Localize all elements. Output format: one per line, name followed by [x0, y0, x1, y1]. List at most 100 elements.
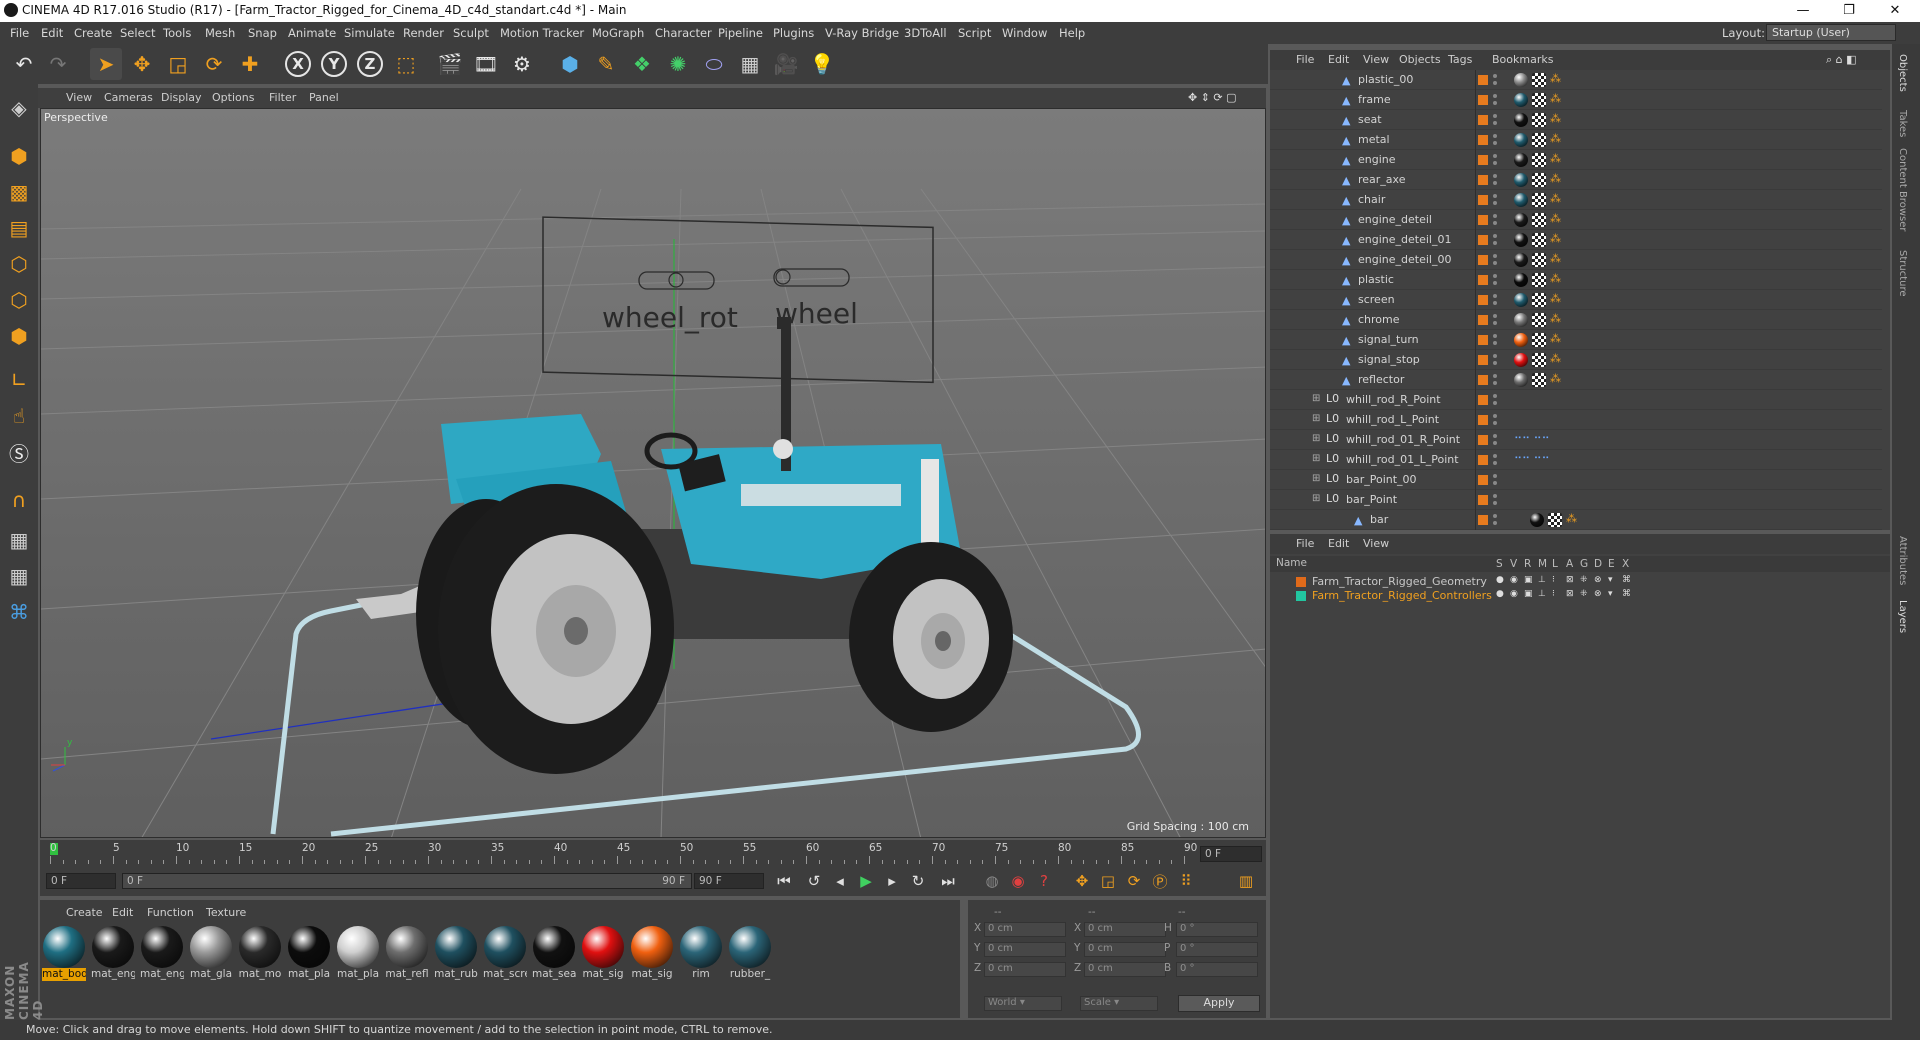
ik-tag-icon[interactable]: ⠒⠒ ⠒⠒ [1514, 452, 1550, 465]
material-swatch[interactable]: mat_eng [140, 926, 184, 981]
next-frame-icon[interactable]: ▸ [880, 870, 904, 892]
layer-color-swatch[interactable] [1478, 115, 1488, 125]
visibility-dot[interactable] [1493, 414, 1497, 418]
visibility-dot[interactable] [1493, 214, 1497, 218]
menu-simulate[interactable]: Simulate [344, 26, 395, 40]
object-row[interactable]: ▲ metal ⁂ [1270, 130, 1882, 150]
uvw-tag-icon[interactable] [1532, 273, 1546, 287]
menu-animate[interactable]: Animate [288, 26, 336, 40]
coord-value-field[interactable]: 0 cm [984, 942, 1066, 957]
edges-mode-icon[interactable]: ⬡ [3, 284, 35, 316]
object-row[interactable]: ⊞ L0 bar_Point [1270, 490, 1882, 510]
material-menu-create[interactable]: Create [66, 906, 103, 919]
material-swatch[interactable]: mat_mo [238, 926, 282, 981]
object-row[interactable]: ▲ chair ⁂ [1270, 190, 1882, 210]
record-keys-icon[interactable]: ◍ [980, 870, 1004, 892]
material-swatch[interactable]: mat_eng [91, 926, 135, 981]
key-scale-icon[interactable]: ◲ [1096, 870, 1120, 892]
menu-character[interactable]: Character [655, 26, 712, 40]
tweak-mode-icon[interactable]: ☝ [3, 400, 35, 432]
material-swatch[interactable]: mat_sea [532, 926, 576, 981]
material-tag-icon[interactable] [1514, 133, 1528, 147]
ik-tag-icon[interactable]: ⠒⠒ ⠒⠒ [1514, 432, 1550, 445]
layer-header-column[interactable]: V [1510, 558, 1517, 570]
uvw-tag-icon[interactable] [1548, 513, 1562, 527]
model-mode-icon[interactable]: ⬢ [3, 140, 35, 172]
layermgr-menu-file[interactable]: File [1296, 537, 1314, 550]
visibility-dot[interactable] [1493, 501, 1497, 505]
selection-tag-icon[interactable]: ⁂ [1550, 352, 1561, 365]
layer-flag-toggle-icon[interactable]: ⊥ [1538, 575, 1546, 585]
selection-tag-icon[interactable]: ⁂ [1550, 332, 1561, 345]
workplane-icon[interactable]: ▦ [3, 560, 35, 592]
uvw-tag-icon[interactable] [1532, 173, 1546, 187]
visibility-dot[interactable] [1493, 181, 1497, 185]
visibility-dot[interactable] [1493, 254, 1497, 258]
object-row[interactable]: ▲ bar ⁂ [1270, 510, 1882, 530]
layer-flag-toggle-icon[interactable]: ⊠ [1566, 575, 1574, 585]
object-row[interactable]: ▲ signal_turn ⁂ [1270, 330, 1882, 350]
layer-color-swatch[interactable] [1478, 155, 1488, 165]
layer-header-column[interactable]: E [1608, 558, 1615, 570]
visibility-dot[interactable] [1493, 514, 1497, 518]
selection-tag-icon[interactable]: ⁂ [1550, 172, 1561, 185]
layer-flag-toggle-icon[interactable]: ⌘ [1622, 575, 1631, 585]
material-tag-icon[interactable] [1514, 173, 1528, 187]
tab-content-browser[interactable]: Content Browser [1897, 148, 1908, 231]
coord-value-field[interactable]: 0 ° [1176, 922, 1258, 937]
layer-flag-toggle-icon[interactable]: ⊗ [1594, 575, 1602, 585]
end-frame-field[interactable]: 90 F [694, 873, 764, 889]
layer-flag-toggle-icon[interactable]: ⊠ [1566, 589, 1574, 599]
objmgr-menu-tags[interactable]: Tags [1448, 53, 1472, 66]
visibility-dot[interactable] [1493, 434, 1497, 438]
redo-icon[interactable]: ↷ [42, 48, 74, 80]
material-tag-icon[interactable] [1514, 293, 1528, 307]
goto-previous-key-icon[interactable]: ↺ [802, 870, 826, 892]
coord-value-field[interactable]: 0 cm [1084, 922, 1166, 937]
material-swatch[interactable]: mat_pla [336, 926, 380, 981]
floor-icon[interactable]: ▦ [734, 48, 766, 80]
current-frame-field[interactable]: 0 F [1200, 846, 1262, 862]
visibility-dot[interactable] [1493, 361, 1497, 365]
visibility-dot[interactable] [1493, 201, 1497, 205]
expand-icon[interactable]: ⊞ [1312, 473, 1320, 484]
material-tag-icon[interactable] [1514, 353, 1528, 367]
material-tag-icon[interactable] [1514, 333, 1528, 347]
timeline-window-icon[interactable]: ▥ [1234, 870, 1258, 892]
material-swatch[interactable]: mat_rub [434, 926, 478, 981]
goto-end-icon[interactable]: ⏭ [936, 870, 960, 892]
layer-color-swatch[interactable] [1478, 335, 1488, 345]
visibility-dot[interactable] [1493, 401, 1497, 405]
layer-header-column[interactable]: G [1580, 558, 1588, 570]
visibility-dot[interactable] [1493, 154, 1497, 158]
layer-color-swatch[interactable] [1478, 415, 1488, 425]
layer-color-swatch[interactable] [1478, 95, 1488, 105]
visibility-dot[interactable] [1493, 474, 1497, 478]
visibility-dot[interactable] [1493, 281, 1497, 285]
keyframe-selection-icon[interactable]: ? [1032, 870, 1056, 892]
menu-pipeline[interactable]: Pipeline [718, 26, 763, 40]
material-swatch[interactable]: mat_scre [483, 926, 527, 981]
apply-button[interactable]: Apply [1178, 995, 1260, 1012]
layer-color-swatch[interactable] [1478, 195, 1488, 205]
visibility-dot[interactable] [1493, 74, 1497, 78]
material-menu-function[interactable]: Function [147, 906, 194, 919]
material-tag-icon[interactable] [1514, 153, 1528, 167]
menu-create[interactable]: Create [74, 26, 112, 40]
tab-layers[interactable]: Layers [1897, 600, 1908, 633]
selection-tag-icon[interactable]: ⁂ [1550, 372, 1561, 385]
spline-pen-icon[interactable]: ✎ [590, 48, 622, 80]
selection-tag-icon[interactable]: ⁂ [1550, 132, 1561, 145]
visibility-dot[interactable] [1493, 194, 1497, 198]
expand-icon[interactable]: ⊞ [1312, 433, 1320, 444]
material-tag-icon[interactable] [1514, 233, 1528, 247]
selection-tag-icon[interactable]: ⁂ [1550, 212, 1561, 225]
coord-system-select[interactable]: World ▾ [984, 996, 1062, 1011]
material-tag-icon[interactable] [1514, 113, 1528, 127]
layer-color-swatch[interactable] [1478, 355, 1488, 365]
visibility-dot[interactable] [1493, 394, 1497, 398]
objmgr-menu-bookmarks[interactable]: Bookmarks [1492, 53, 1553, 66]
python-icon[interactable]: ⌘ [3, 596, 35, 628]
menu-script[interactable]: Script [958, 26, 991, 40]
expand-icon[interactable]: ⊞ [1312, 393, 1320, 404]
